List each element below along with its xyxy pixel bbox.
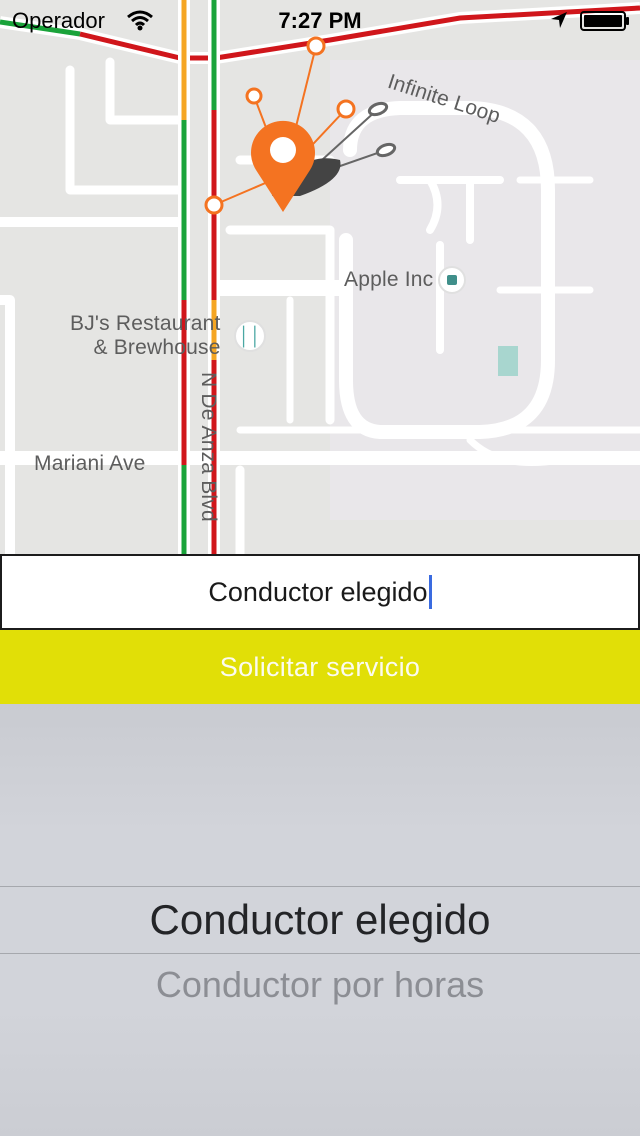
map-label-de-anza: N De Anza Blvd <box>172 372 220 522</box>
restaurant-fork-knife-icon[interactable]: ││ <box>234 320 266 352</box>
apple-poi-icon[interactable] <box>438 266 466 294</box>
map-label-mariani: Mariani Ave <box>34 452 146 475</box>
text-caret <box>428 575 432 609</box>
map-label-bjs: BJ's Restaurant & Brewhouse <box>70 312 221 360</box>
picker-option-selected[interactable]: Conductor elegido <box>0 896 640 944</box>
service-type-input[interactable]: Conductor elegido <box>0 554 640 630</box>
battery-icon <box>580 11 629 31</box>
status-clock: 7:27 PM <box>278 8 362 33</box>
map-label-bjs-line1: BJ's Restaurant <box>70 312 221 335</box>
map-view[interactable]: Infinite Loop Apple Inc BJ's Restaurant … <box>0 0 640 556</box>
request-service-button[interactable]: Solicitar servicio <box>0 630 640 704</box>
map-label-bjs-line2: & Brewhouse <box>93 336 221 359</box>
status-bar: Operador 7:27 PM <box>0 0 640 40</box>
service-type-picker[interactable]: Conductor elegido Conductor por horas <box>0 704 640 1136</box>
location-arrow-icon <box>551 12 567 28</box>
map-label-apple: Apple Inc <box>344 268 434 291</box>
service-type-value: Conductor elegido <box>208 576 428 607</box>
picker-option-next[interactable]: Conductor por horas <box>0 964 640 1006</box>
map-label-de-anza-text: N De Anza Blvd <box>197 372 220 522</box>
